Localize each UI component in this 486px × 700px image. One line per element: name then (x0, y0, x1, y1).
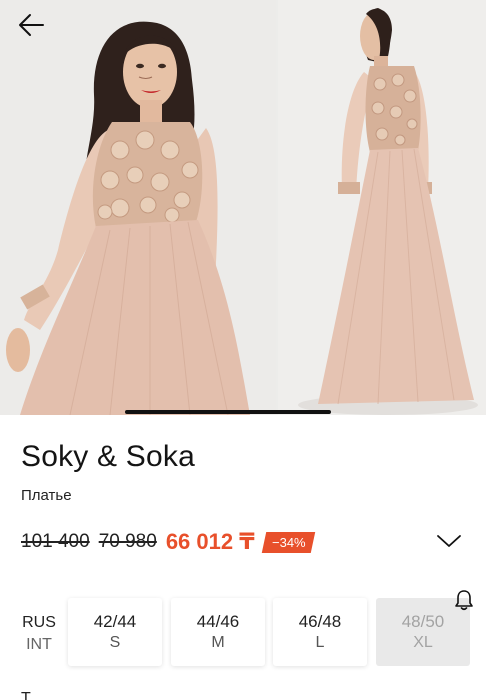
size-ru-label: 46/48 (298, 612, 342, 631)
gallery-scroll-indicator (125, 410, 331, 414)
discount-badge: −34% (261, 531, 315, 553)
size-option-m[interactable]: 44/46 M (171, 598, 265, 666)
notify-size-button[interactable] (452, 588, 476, 612)
product-gallery[interactable] (0, 0, 486, 415)
size-option-s[interactable]: 42/44 S (68, 598, 162, 666)
size-system-int: INT (26, 636, 52, 653)
size-int-label: XL (413, 634, 433, 651)
model-front-illustration (0, 0, 276, 415)
bell-icon (455, 590, 473, 611)
model-back-illustration (278, 0, 486, 415)
size-option-l[interactable]: 46/48 L (273, 598, 367, 666)
price-previous: 70 980 (98, 531, 157, 552)
size-int-label: S (109, 634, 121, 651)
size-system-rus: RUS (22, 614, 56, 631)
product-brand[interactable]: Soky & Soka (21, 440, 195, 474)
price-row: 101 400 70 980 66 012 ₸ −34% (21, 528, 315, 556)
size-int-label: L (315, 634, 325, 651)
discount-label: −34% (271, 534, 306, 550)
back-button[interactable] (14, 10, 48, 40)
product-category: Платье (21, 487, 72, 504)
price-details-toggle[interactable] (435, 530, 463, 552)
size-ru-label: 48/50 (401, 612, 445, 631)
size-ru-label: 42/44 (93, 612, 137, 631)
model-front-photo[interactable] (0, 0, 276, 415)
size-ru-label: 44/46 (196, 612, 240, 631)
model-back-photo[interactable] (278, 0, 486, 415)
arrow-left-icon (19, 14, 44, 36)
size-int-label: M (211, 634, 225, 651)
price-current: 66 012 ₸ (165, 529, 255, 554)
next-section-heading: Т (21, 690, 31, 700)
price-original: 101 400 (21, 531, 90, 552)
size-system-labels: RUS INT (21, 612, 57, 656)
chevron-down-icon (437, 535, 461, 547)
